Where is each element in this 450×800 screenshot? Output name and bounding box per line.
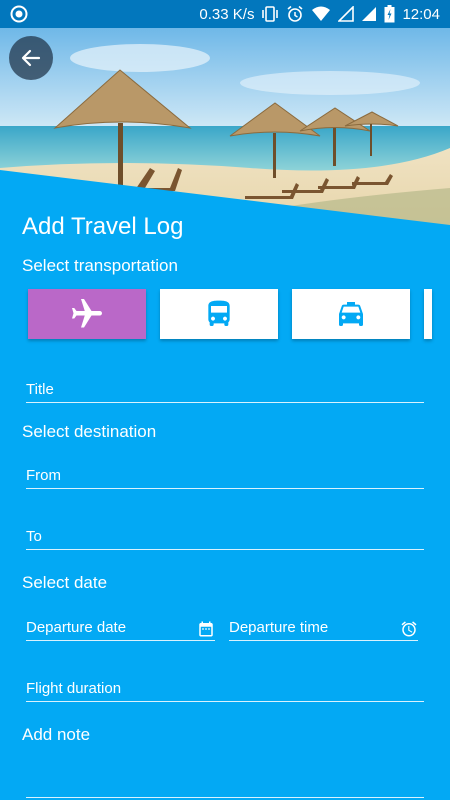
bus-icon — [208, 300, 230, 326]
wifi-icon — [311, 6, 331, 22]
alarm-clock-icon[interactable] — [400, 620, 418, 638]
title-placeholder: Title — [26, 381, 54, 398]
back-button[interactable] — [9, 36, 53, 80]
departure-time-placeholder: Departure time — [229, 619, 329, 636]
arrow-left-icon — [21, 49, 41, 67]
transportation-options — [28, 289, 450, 341]
destination-label: Select destination — [22, 422, 157, 441]
transport-option-taxi[interactable] — [292, 289, 410, 339]
title-field[interactable]: Title — [26, 378, 424, 403]
transport-option-airplane[interactable] — [28, 289, 146, 339]
page-title: Add Travel Log — [22, 213, 184, 240]
alarm-icon — [286, 5, 304, 23]
note-label: Add note — [22, 725, 91, 744]
to-placeholder: To — [26, 528, 42, 545]
airplane-icon — [72, 299, 102, 328]
vibrate-icon — [261, 6, 279, 22]
from-field[interactable]: From — [26, 464, 424, 489]
taxi-icon — [339, 302, 363, 326]
from-placeholder: From — [26, 467, 61, 484]
date-label: Select date — [22, 573, 108, 592]
departure-time-field[interactable]: Departure time — [229, 616, 418, 641]
departure-date-placeholder: Departure date — [26, 619, 127, 636]
clock-time: 12:04 — [402, 5, 440, 23]
network-speed: 0.33 K/s — [199, 5, 255, 23]
flight-duration-field[interactable]: Flight duration — [26, 677, 424, 702]
signal-icon — [361, 6, 377, 22]
transport-option-more[interactable] — [424, 289, 432, 339]
flight-duration-placeholder: Flight duration — [26, 680, 122, 697]
calendar-icon[interactable] — [197, 620, 215, 638]
status-bar: 0.33 K/s 12:04 — [0, 0, 450, 28]
note-field[interactable] — [26, 773, 424, 798]
battery-icon — [384, 5, 395, 23]
signal-icon — [338, 6, 355, 22]
to-field[interactable]: To — [26, 525, 424, 550]
notification-icon — [10, 5, 28, 23]
transportation-label: Select transportation — [22, 256, 178, 275]
transport-option-bus[interactable] — [160, 289, 278, 339]
departure-date-field[interactable]: Departure date — [26, 616, 215, 641]
